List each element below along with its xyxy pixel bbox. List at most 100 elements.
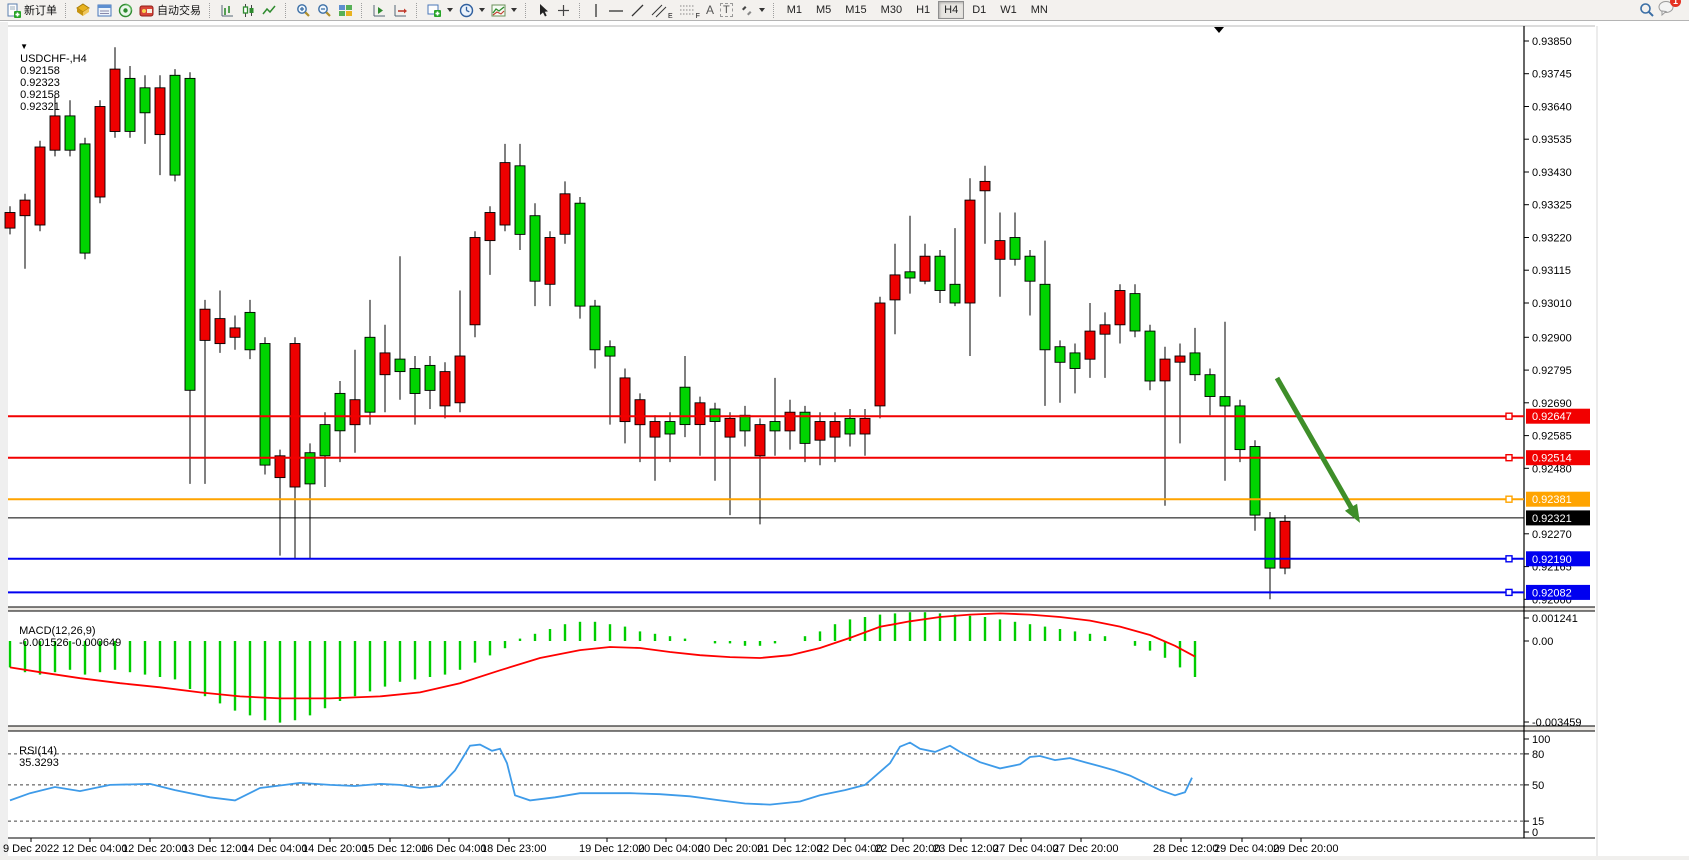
candle bbox=[125, 78, 135, 131]
arrow-shapes-icon bbox=[739, 3, 754, 18]
arrows-tool-button[interactable] bbox=[736, 1, 768, 20]
vline-tool-button[interactable] bbox=[587, 1, 605, 20]
level-price-label: 0.92321 bbox=[1532, 513, 1572, 525]
autotrading-label: 自动交易 bbox=[157, 2, 201, 18]
timeframe-button-m5[interactable]: M5 bbox=[810, 1, 837, 19]
level-handle[interactable] bbox=[1506, 455, 1512, 461]
ohlc-low: 0.92158 bbox=[20, 89, 60, 101]
candle bbox=[230, 328, 240, 337]
timeframe-button-d1[interactable]: D1 bbox=[966, 1, 992, 19]
new-order-icon bbox=[6, 3, 21, 18]
cursor-tool-button[interactable] bbox=[533, 1, 553, 20]
candle bbox=[5, 213, 15, 229]
candle bbox=[665, 422, 675, 435]
text-tool-button[interactable]: A bbox=[703, 1, 717, 20]
level-price-label: 0.92082 bbox=[1532, 587, 1572, 599]
dropdown-caret-icon bbox=[479, 8, 485, 12]
chart-dropdown-icon[interactable]: ▼ bbox=[20, 42, 28, 51]
chart-symbol-period: USDCHF-,H4 bbox=[20, 53, 87, 65]
level-handle[interactable] bbox=[1506, 556, 1512, 562]
trendline-tool-button[interactable] bbox=[627, 1, 648, 20]
candle bbox=[980, 181, 990, 190]
macd-indicator-label: MACD(12,26,9) -0.001526 -0.000649 bbox=[13, 613, 121, 649]
candle bbox=[680, 387, 690, 424]
time-axis-label: 22 Dec 20:00 bbox=[875, 843, 940, 855]
candle bbox=[410, 369, 420, 394]
tile-windows-button[interactable] bbox=[335, 1, 356, 20]
zoom-in-icon bbox=[296, 3, 311, 18]
timeframe-button-mn[interactable]: MN bbox=[1025, 1, 1054, 19]
timeframe-button-h4[interactable]: H4 bbox=[938, 1, 964, 19]
timeframe-button-m1[interactable]: M1 bbox=[781, 1, 808, 19]
search-button[interactable] bbox=[1636, 1, 1658, 20]
new-chart-button[interactable] bbox=[424, 1, 456, 20]
price-axis-tick: 0.92270 bbox=[1532, 529, 1572, 541]
time-axis-label: 14 Dec 04:00 bbox=[242, 843, 307, 855]
data-window-button[interactable] bbox=[94, 1, 115, 20]
price-axis-tick: 0.92795 bbox=[1532, 365, 1572, 377]
timeframe-button-w1[interactable]: W1 bbox=[994, 1, 1023, 19]
rsi-name: RSI(14) bbox=[19, 745, 57, 757]
trendline-icon bbox=[630, 3, 645, 18]
zoom-out-button[interactable] bbox=[314, 1, 335, 20]
new-chart-icon bbox=[427, 3, 442, 18]
candle bbox=[1190, 353, 1200, 375]
line-chart-type-button[interactable] bbox=[259, 1, 280, 20]
fibonacci-tool-button[interactable]: F bbox=[676, 1, 703, 20]
crosshair-tool-button[interactable] bbox=[553, 1, 574, 20]
candle bbox=[1070, 353, 1080, 369]
price-axis-tick: 0.93325 bbox=[1532, 200, 1572, 212]
chart-shift-icon bbox=[393, 3, 408, 18]
price-axis-tick: 0.92690 bbox=[1532, 398, 1572, 410]
zoom-in-button[interactable] bbox=[293, 1, 314, 20]
candle bbox=[170, 75, 180, 175]
level-price-label: 0.92514 bbox=[1532, 453, 1572, 465]
tile-windows-icon bbox=[338, 3, 353, 18]
time-axis-label: 18 Dec 23:00 bbox=[481, 843, 546, 855]
macd-axis-tick: 0.001241 bbox=[1532, 613, 1578, 625]
timeframe-button-h1[interactable]: H1 bbox=[910, 1, 936, 19]
bar-chart-type-icon bbox=[220, 3, 235, 18]
bar-chart-type-button[interactable] bbox=[217, 1, 238, 20]
time-axis-label: 20 Dec 04:00 bbox=[638, 843, 703, 855]
auto-scroll-button[interactable] bbox=[369, 1, 390, 20]
candle bbox=[860, 418, 870, 434]
navigator-button[interactable] bbox=[115, 1, 136, 20]
dropdown-caret-icon bbox=[511, 8, 517, 12]
text-label-tool-button[interactable]: T bbox=[717, 1, 736, 20]
candlestick-type-button[interactable] bbox=[238, 1, 259, 20]
market-watch-button[interactable] bbox=[73, 1, 94, 20]
level-handle[interactable] bbox=[1506, 589, 1512, 595]
timeframe-button-m30[interactable]: M30 bbox=[875, 1, 908, 19]
periods-button[interactable] bbox=[456, 1, 488, 20]
level-price-label: 0.92190 bbox=[1532, 554, 1572, 566]
candlestick-type-icon bbox=[241, 3, 256, 18]
autotrading-icon bbox=[139, 3, 154, 18]
autotrading-button[interactable]: 自动交易 bbox=[136, 1, 204, 20]
ohlc-close: 0.92321 bbox=[20, 101, 60, 113]
horizontal-line-icon bbox=[608, 3, 624, 18]
candle bbox=[425, 365, 435, 390]
candle bbox=[65, 116, 75, 150]
hline-tool-button[interactable] bbox=[605, 1, 627, 20]
chart-stage[interactable]: 0.938500.937450.936400.935350.934300.933… bbox=[0, 0, 1689, 860]
rsi-axis-tick: 50 bbox=[1532, 780, 1544, 792]
channel-tool-button[interactable]: E bbox=[648, 1, 676, 20]
time-axis-label: 9 Dec 2022 bbox=[3, 843, 59, 855]
time-axis-label: 13 Dec 12:00 bbox=[182, 843, 247, 855]
templates-button[interactable] bbox=[488, 1, 520, 20]
level-handle[interactable] bbox=[1506, 496, 1512, 502]
candle bbox=[995, 241, 1005, 260]
price-axis-tick: 0.93115 bbox=[1532, 265, 1571, 277]
notifications-button[interactable]: 1 bbox=[1658, 0, 1676, 21]
level-price-label: 0.92381 bbox=[1532, 494, 1572, 506]
candle bbox=[1115, 291, 1125, 325]
level-handle[interactable] bbox=[1506, 413, 1512, 419]
fibonacci-icon bbox=[679, 3, 696, 18]
candle bbox=[200, 309, 210, 340]
price-chart[interactable]: 0.938500.937450.936400.935350.934300.933… bbox=[0, 0, 1689, 860]
new-order-button[interactable]: 新订单 bbox=[3, 1, 60, 20]
chart-shift-button[interactable] bbox=[390, 1, 411, 20]
dropdown-caret-icon bbox=[759, 8, 765, 12]
timeframe-button-m15[interactable]: M15 bbox=[839, 1, 872, 19]
